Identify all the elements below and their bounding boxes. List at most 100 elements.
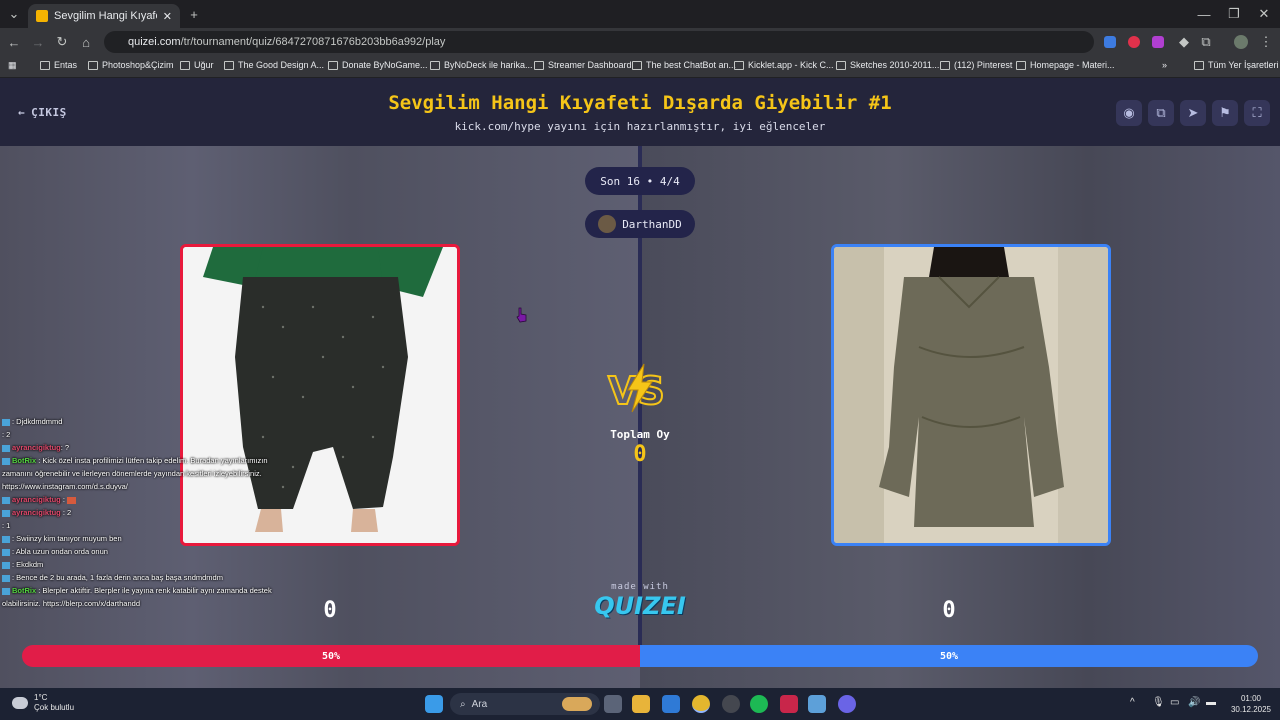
folder-icon (180, 60, 190, 70)
page-title: Sevgilim Hangi Kıyafeti Dışarda Giyebili… (388, 92, 892, 114)
address-bar[interactable]: quizei.com/tr/tournament/quiz/6847270871… (104, 31, 1094, 53)
eye-icon[interactable]: ◉ (1116, 100, 1142, 126)
windows-taskbar: 1°C Çok bulutlu ⌕ Ara ^ 🎙 ▭ 🔊 ▬ 01:00 30.… (0, 688, 1280, 720)
option-right-card[interactable] (831, 244, 1111, 546)
home-icon[interactable]: ⌂ (78, 34, 94, 50)
chat-message: ayrancigiktug: ? (2, 441, 272, 454)
apps-grid-icon[interactable]: ▦ (8, 60, 17, 71)
site-icon (1016, 60, 1026, 70)
app-blue-icon[interactable] (808, 695, 826, 713)
extension-2-icon[interactable] (1128, 36, 1140, 48)
spotify-icon[interactable] (750, 695, 768, 713)
bookmarks-overflow-icon[interactable]: » (1162, 60, 1167, 70)
taskbar-clock[interactable]: 01:00 30.12.2025 (1228, 693, 1274, 715)
profile-avatar[interactable] (1234, 35, 1248, 49)
windows-start-icon[interactable] (425, 695, 443, 713)
badge-icon (2, 496, 10, 504)
left-vote-count: 0 (323, 598, 337, 623)
url-host: quizei.com (128, 36, 181, 48)
total-votes-value: 0 (633, 442, 647, 467)
forward-arrow-icon[interactable]: → (30, 34, 46, 50)
copy-icon[interactable]: ⧉ (1148, 100, 1174, 126)
battery-icon[interactable]: ▬ (1206, 697, 1216, 708)
network-icon[interactable]: ▭ (1170, 697, 1179, 708)
chat-message: : Bence de 2 bu arada, 1 fazla derin anc… (2, 571, 272, 584)
site-icon (328, 60, 338, 70)
tab-list-icon[interactable]: ⌄ (6, 6, 22, 22)
made-with-label: made with (611, 582, 669, 592)
obs-icon[interactable] (722, 695, 740, 713)
bookmark-item[interactable]: Sketches 2010-2011... (836, 60, 939, 70)
flag-icon[interactable]: ⚑ (1212, 100, 1238, 126)
chat-message: : 2 (2, 430, 11, 439)
tab-close-icon[interactable]: ✕ (163, 10, 172, 23)
share-send-icon[interactable]: ➤ (1180, 100, 1206, 126)
extension-3-icon[interactable] (1152, 36, 1164, 48)
temperature: 1°C (34, 693, 48, 702)
task-view-icon[interactable] (604, 695, 622, 713)
fullscreen-icon[interactable]: ⛶ (1244, 100, 1270, 126)
folder-icon (1194, 60, 1204, 70)
chat-message: : Ekdkdm (2, 558, 272, 571)
right-vote-count: 0 (942, 598, 956, 623)
bookmark-item[interactable]: ByNoDeck ile harika... (430, 60, 533, 70)
bookmark-item[interactable]: Homepage - Materi... (1016, 60, 1115, 70)
tray-chevron-icon[interactable]: ^ (1130, 697, 1135, 708)
browser-menu-icon[interactable]: ⋮ (1258, 34, 1274, 50)
bookmark-item[interactable]: The Good Design A... (224, 60, 324, 70)
bookmark-item[interactable]: Streamer Dashboard (534, 60, 632, 70)
chrome-icon[interactable] (692, 695, 710, 713)
right-percentage-segment: 50% (640, 645, 1258, 667)
close-window-icon[interactable]: ✕ (1256, 6, 1272, 22)
folder-icon (40, 60, 50, 70)
badge-icon (2, 574, 10, 582)
bookmark-item[interactable]: Entas (40, 60, 77, 70)
back-arrow-icon[interactable]: ← (6, 34, 22, 50)
emote-icon (67, 496, 77, 504)
extensions-puzzle-icon[interactable]: ⧉ (1198, 34, 1214, 50)
file-explorer-icon[interactable] (632, 695, 650, 713)
reload-icon[interactable]: ↻ (54, 34, 70, 50)
new-tab-icon[interactable]: + (186, 6, 202, 22)
cloud-icon (12, 697, 28, 709)
chat-message: ayrancigiktug : (2, 493, 272, 506)
chat-message: BotRix : Blerpler aktiftir. Blerpler ile… (2, 586, 272, 608)
minimize-icon[interactable]: — (1196, 6, 1212, 22)
weather-widget[interactable]: 1°C Çok bulutlu (12, 693, 74, 713)
bookmark-item[interactable]: Uğur (180, 60, 214, 70)
extension-4-icon[interactable]: ◆ (1176, 34, 1192, 50)
chat-message: : Abla uzun ondan orda onun (2, 545, 272, 558)
app-red-icon[interactable] (780, 695, 798, 713)
badge-icon (2, 548, 10, 556)
browser-tab-bar: ⌄ Sevgilim Hangi Kıyafeti Dışarda ✕ + — … (0, 0, 1280, 28)
badge-icon (2, 509, 10, 517)
store-icon[interactable] (662, 695, 680, 713)
taskbar-search[interactable]: ⌕ Ara (450, 693, 600, 715)
site-icon (734, 60, 744, 70)
volume-icon[interactable]: 🔊 (1188, 697, 1200, 708)
quizei-logo[interactable]: QUIZEI (560, 592, 720, 620)
bookmarks-bar: ▦ Entas Photoshop&Çizim Uğur The Good De… (0, 56, 1280, 78)
bookmark-item[interactable]: (112) Pinterest (940, 60, 1012, 70)
bot-badge-icon (2, 457, 10, 465)
all-bookmarks[interactable]: Tüm Yer İşaretleri (1194, 60, 1279, 70)
tab-title: Sevgilim Hangi Kıyafeti Dışarda (54, 10, 157, 22)
stream-chat-overlay: : Djdkdmdmmd : 2 ayrancigiktug: ? BotRix… (2, 415, 272, 610)
badge-icon (2, 418, 10, 426)
total-votes-label: Toplam Oy (610, 428, 670, 441)
url-path: /tr/tournament/quiz/6847270871676b203bb6… (180, 36, 446, 48)
quiz-page: ← ÇIKIŞ Sevgilim Hangi Kıyafeti Dışarda … (0, 78, 1280, 688)
bookmark-item[interactable]: The best ChatBot an... (632, 60, 736, 70)
right-option-image (834, 247, 1108, 543)
restore-icon[interactable]: ❐ (1226, 6, 1242, 22)
bookmark-item[interactable]: Photoshop&Çizim (88, 60, 174, 70)
microphone-icon[interactable]: 🎙 (1152, 697, 1165, 708)
browser-tab-active[interactable]: Sevgilim Hangi Kıyafeti Dışarda ✕ (28, 4, 180, 28)
bookmark-item[interactable]: Kicklet.app - Kick C... (734, 60, 834, 70)
extension-1-icon[interactable] (1104, 36, 1116, 48)
chat-message: ayrancigiktug : 2 (2, 506, 272, 519)
bookmark-item[interactable]: Donate ByNoGame... (328, 60, 428, 70)
discord-icon[interactable] (838, 695, 856, 713)
chat-message: : Swiinzy kim tanıyor muyum ben (2, 532, 272, 545)
search-placeholder: Ara (471, 698, 488, 710)
